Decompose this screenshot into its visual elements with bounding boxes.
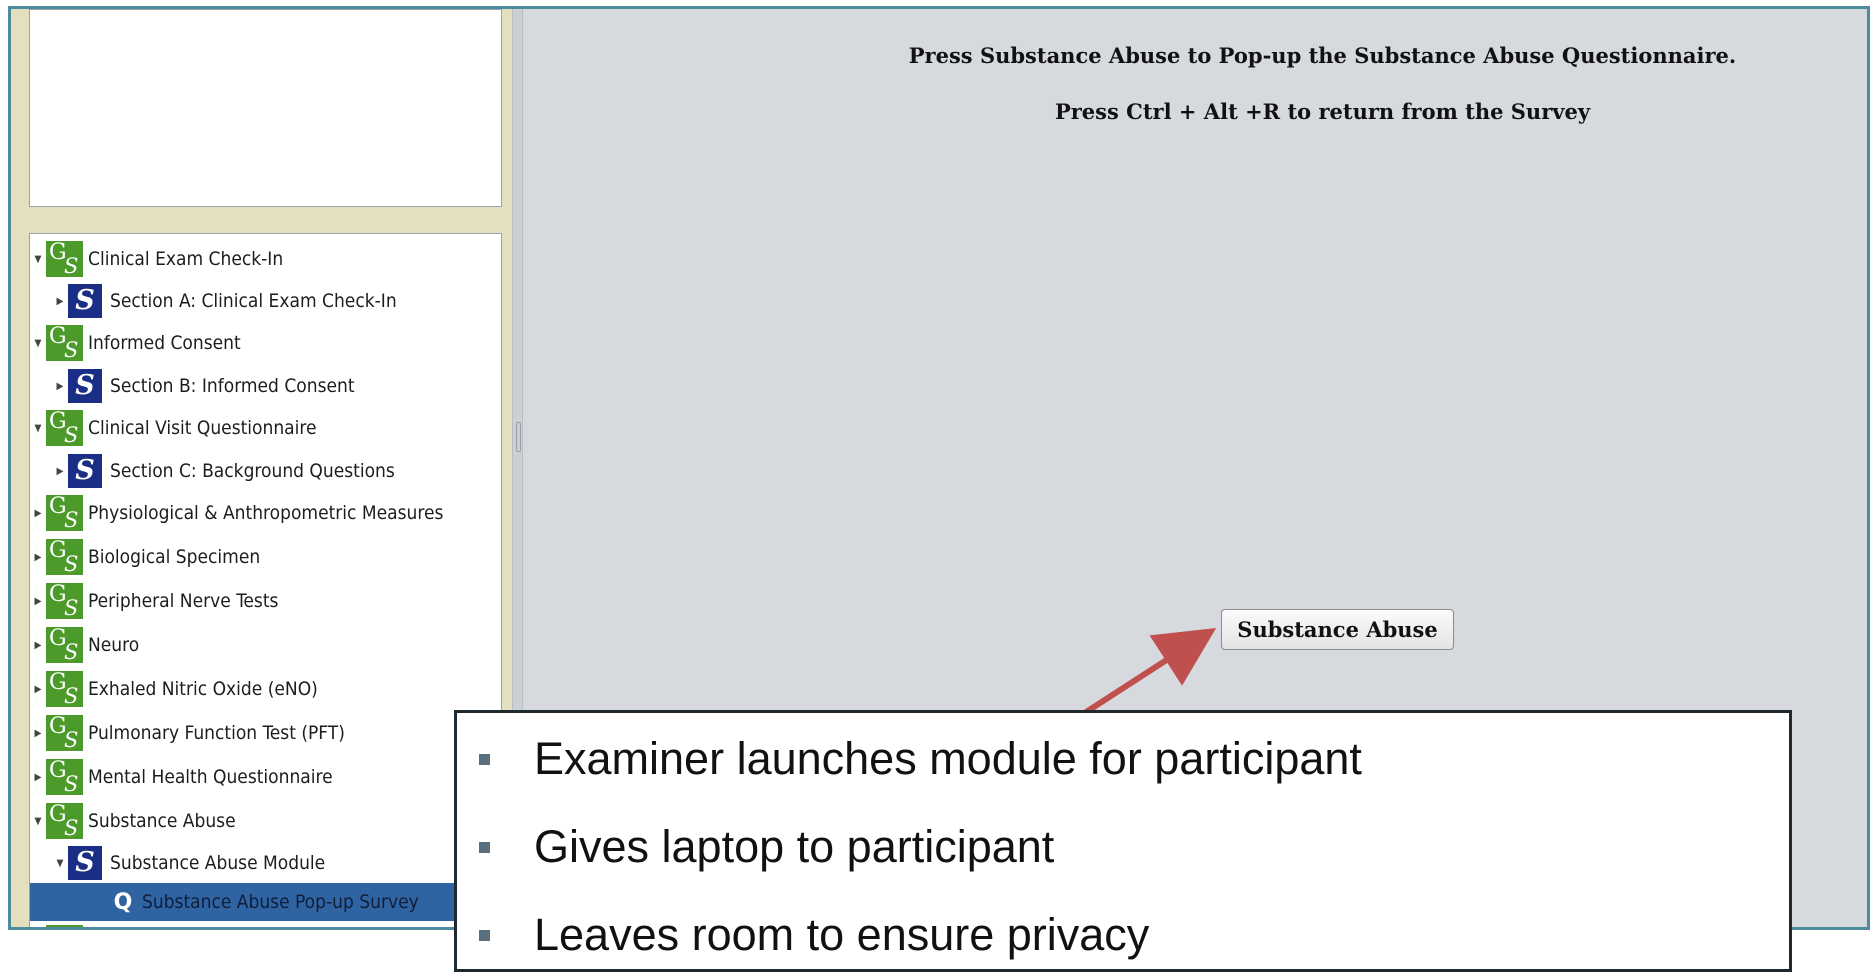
section-icon: S (68, 284, 102, 318)
bullet-item: Gives laptop to participant (479, 821, 1054, 873)
gs-icon: GS (46, 409, 83, 447)
tree-item-partial (30, 924, 501, 927)
navigation-tree[interactable]: ▼ GS Clinical Exam Check-In ▶ S Section … (29, 233, 502, 927)
tree-item-label: Substance Abuse Pop-up Survey (142, 891, 419, 913)
gs-icon: GS (46, 802, 83, 840)
collapsed-arrow-icon[interactable]: ▶ (30, 684, 46, 695)
tree-item-label: Neuro (88, 634, 140, 656)
collapsed-arrow-icon[interactable]: ▶ (30, 772, 46, 783)
bullet-square-icon (479, 841, 490, 853)
bullet-square-icon (479, 929, 490, 941)
tree-item-label: Section C: Background Questions (110, 460, 395, 482)
collapsed-arrow-icon[interactable]: ▶ (30, 728, 46, 739)
tree-item-label: Biological Specimen (88, 546, 261, 568)
tree-item-clinical-exam-check-in[interactable]: ▼ GS Clinical Exam Check-In (30, 240, 501, 278)
tree-item-section-c[interactable]: ▶ S Section C: Background Questions (30, 452, 501, 490)
gs-icon: GS (46, 538, 83, 576)
tree-item-neuro[interactable]: ▶ GS Neuro (30, 626, 501, 664)
collapsed-arrow-icon[interactable]: ▶ (30, 640, 46, 651)
collapsed-arrow-icon[interactable]: ▶ (30, 596, 46, 607)
tree-item-label: Clinical Exam Check-In (88, 248, 284, 270)
tree-item-peripheral-nerve-tests[interactable]: ▶ GS Peripheral Nerve Tests (30, 582, 501, 620)
tree-item-label: Informed Consent (88, 332, 241, 354)
tree-item-section-a[interactable]: ▶ S Section A: Clinical Exam Check-In (30, 282, 501, 320)
callout-box: Examiner launches module for participant… (454, 710, 1792, 972)
section-icon: S (68, 846, 102, 880)
tree-item-label: Clinical Visit Questionnaire (88, 417, 317, 439)
tree-item-informed-consent[interactable]: ▼ GS Informed Consent (30, 324, 501, 362)
expanded-arrow-icon[interactable]: ▼ (30, 338, 46, 349)
bullet-square-icon (479, 753, 490, 765)
gs-icon: GS (46, 582, 83, 620)
tree-item-label: Section B: Informed Consent (110, 375, 355, 397)
tree-item-physiological[interactable]: ▶ GS Physiological & Anthropometric Meas… (30, 494, 501, 532)
tree-item-biological-specimen[interactable]: ▶ GS Biological Specimen (30, 538, 501, 576)
section-icon: S (68, 454, 102, 488)
tree-item-substance-abuse-module[interactable]: ▼ S Substance Abuse Module (30, 844, 501, 882)
instruction-line-2: Press Ctrl + Alt +R to return from the S… (1054, 99, 1591, 124)
tree-item-label: Pulmonary Function Test (PFT) (88, 722, 345, 744)
tree-item-substance-abuse[interactable]: ▼ GS Substance Abuse (30, 802, 501, 840)
bullet-text: Leaves room to ensure privacy (534, 909, 1150, 960)
tree-item-clinical-visit-questionnaire[interactable]: ▼ GS Clinical Visit Questionnaire (30, 409, 501, 447)
gs-icon: GS (46, 626, 83, 664)
gs-icon: GS (46, 670, 83, 708)
collapsed-arrow-icon[interactable]: ▶ (52, 381, 68, 392)
substance-abuse-button[interactable]: Substance Abuse (1221, 609, 1454, 650)
tree-item-mental-health-questionnaire[interactable]: ▶ GS Mental Health Questionnaire (30, 758, 501, 796)
tree-item-exhaled-nitric-oxide[interactable]: ▶ GS Exhaled Nitric Oxide (eNO) (30, 670, 501, 708)
collapsed-arrow-icon[interactable]: ▶ (30, 552, 46, 563)
gs-icon: GS (46, 324, 83, 362)
gs-icon (46, 925, 83, 927)
gs-icon: GS (46, 758, 83, 796)
tree-item-label: Exhaled Nitric Oxide (eNO) (88, 678, 318, 700)
expanded-arrow-icon[interactable]: ▼ (30, 816, 46, 827)
section-icon: S (68, 369, 102, 403)
collapsed-arrow-icon[interactable]: ▶ (30, 508, 46, 519)
question-icon: Q (113, 889, 133, 915)
info-panel (29, 9, 502, 207)
bullet-text: Gives laptop to participant (534, 821, 1055, 872)
tree-item-substance-abuse-popup-survey[interactable]: Q Substance Abuse Pop-up Survey (30, 883, 501, 921)
tree-item-label: Physiological & Anthropometric Measures (88, 502, 444, 524)
tree-item-section-b[interactable]: ▶ S Section B: Informed Consent (30, 367, 501, 405)
left-panel: ▼ GS Clinical Exam Check-In ▶ S Section … (11, 9, 512, 927)
gs-icon: GS (46, 714, 83, 752)
expanded-arrow-icon[interactable]: ▼ (30, 423, 46, 434)
collapsed-arrow-icon[interactable]: ▶ (52, 296, 68, 307)
gs-icon: GS (46, 494, 83, 532)
gs-icon: GS (46, 240, 83, 278)
bullet-item: Leaves room to ensure privacy (479, 909, 1149, 961)
tree-item-label: Mental Health Questionnaire (88, 766, 333, 788)
tree-item-label: Section A: Clinical Exam Check-In (110, 290, 397, 312)
tree-item-label: Substance Abuse (88, 810, 236, 832)
collapsed-arrow-icon[interactable]: ▶ (52, 466, 68, 477)
expanded-arrow-icon[interactable]: ▼ (52, 858, 68, 869)
bullet-item: Examiner launches module for participant (479, 733, 1362, 785)
splitter-grip[interactable] (516, 422, 521, 452)
expanded-arrow-icon[interactable]: ▼ (30, 254, 46, 265)
tree-item-pulmonary-function-test[interactable]: ▶ GS Pulmonary Function Test (PFT) (30, 714, 501, 752)
instruction-line-1: Press Substance Abuse to Pop-up the Subs… (908, 43, 1737, 68)
tree-item-label: Substance Abuse Module (110, 852, 326, 874)
tree-item-label: Peripheral Nerve Tests (88, 590, 279, 612)
bullet-text: Examiner launches module for participant (534, 733, 1362, 784)
